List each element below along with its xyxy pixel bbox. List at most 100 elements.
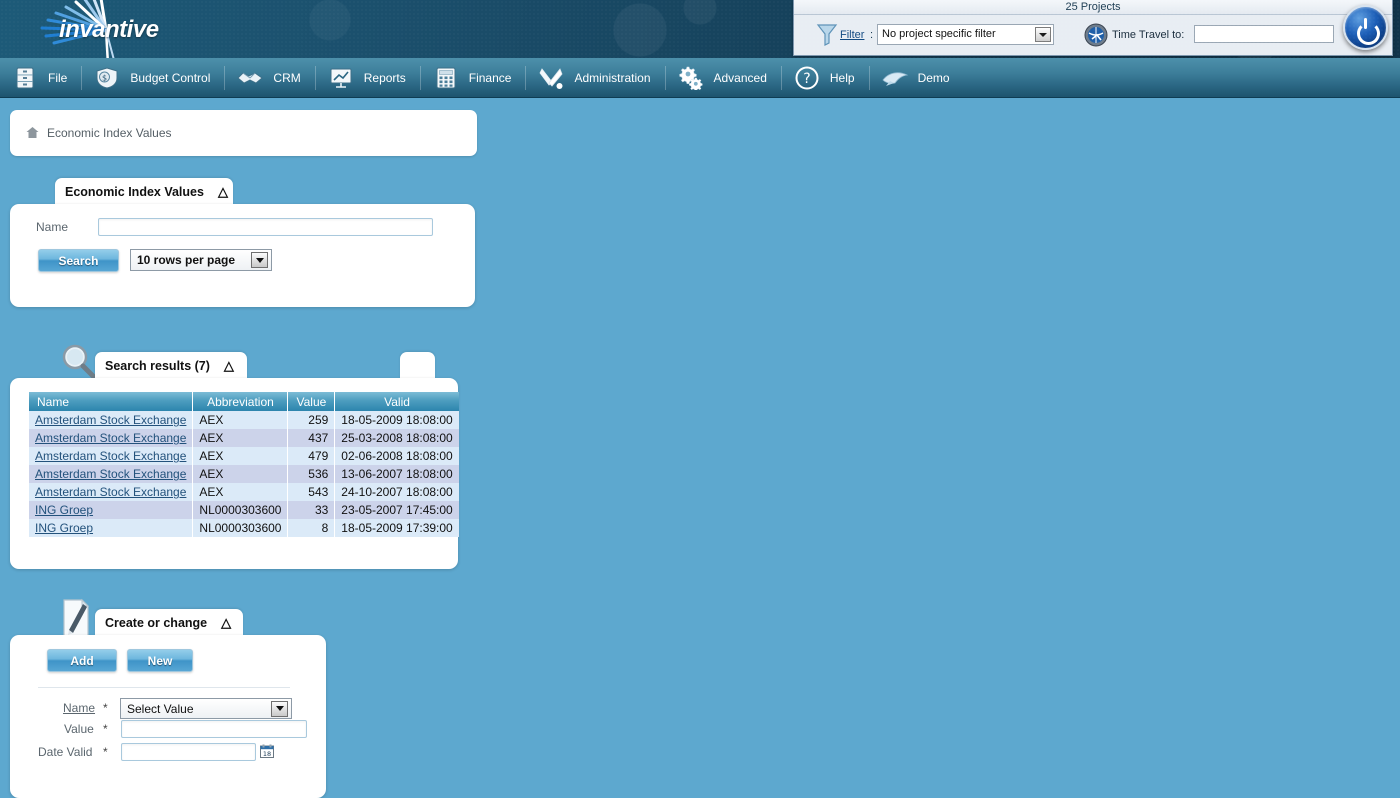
row-value: 543 [288, 483, 335, 501]
form-divider [38, 687, 290, 688]
menu-label-administration: Administration [574, 71, 664, 85]
column-header-name[interactable]: Name [29, 392, 193, 411]
row-valid: 02-06-2008 18:08:00 [335, 447, 459, 465]
menu-item-file[interactable]: File [0, 58, 81, 98]
power-icon [1356, 18, 1376, 38]
menu-item-demo[interactable]: Demo [870, 58, 964, 98]
breadcrumb-text[interactable]: Economic Index Values [47, 126, 172, 140]
new-button[interactable]: New [127, 649, 193, 672]
edit-date-label: Date Valid [38, 745, 92, 759]
chevron-up-double-icon[interactable]: △ [218, 185, 229, 198]
menu-item-help[interactable]: ? Help [782, 58, 869, 98]
row-name-link[interactable]: Amsterdam Stock Exchange [35, 431, 186, 445]
project-filter-value: No project specific filter [882, 28, 996, 40]
pencil-document-icon [60, 598, 92, 638]
search-name-input[interactable] [98, 218, 433, 236]
filter-colon: : [870, 29, 873, 41]
row-name-link[interactable]: Amsterdam Stock Exchange [35, 449, 186, 463]
table-row[interactable]: Amsterdam Stock Exchange AEX 479 02-06-2… [29, 447, 459, 465]
chevron-up-double-icon[interactable]: △ [221, 616, 232, 629]
time-travel-label: Time Travel to: [1112, 29, 1184, 41]
column-header-abbreviation[interactable]: Abbreviation [193, 392, 288, 411]
row-abbreviation: AEX [193, 483, 288, 501]
results-panel: Name Abbreviation Value Valid Amsterdam … [10, 378, 458, 569]
tab-title-results: Search results (7) [105, 359, 210, 373]
table-row[interactable]: ING Groep NL0000303600 33 23-05-2007 17:… [29, 501, 459, 519]
edit-value-label: Value [64, 722, 94, 736]
menu-item-budget-control[interactable]: $ Budget Control [82, 58, 224, 98]
table-header-row: Name Abbreviation Value Valid [29, 392, 459, 411]
column-header-value[interactable]: Value [288, 392, 335, 411]
edit-date-input[interactable] [121, 743, 256, 761]
row-value: 259 [288, 411, 335, 429]
menu-label-reports: Reports [364, 71, 420, 85]
brand-logo[interactable]: invantive [14, 0, 194, 58]
question-circle-icon: ? [792, 65, 822, 91]
gears-icon [676, 65, 706, 91]
home-icon[interactable] [26, 127, 39, 139]
time-travel-input[interactable] [1194, 25, 1334, 43]
row-abbreviation: NL0000303600 [193, 501, 288, 519]
row-valid: 13-06-2007 18:08:00 [335, 465, 459, 483]
add-button[interactable]: Add [47, 649, 117, 672]
row-abbreviation: AEX [193, 429, 288, 447]
edit-value-input[interactable] [121, 720, 307, 738]
money-shield-icon: $ [92, 65, 122, 91]
filter-link[interactable]: Filter [840, 29, 864, 41]
row-name-link[interactable]: ING Groep [35, 503, 93, 517]
edit-name-select[interactable]: Select Value [120, 698, 292, 719]
svg-text:$: $ [102, 73, 107, 82]
menu-label-finance: Finance [469, 71, 526, 85]
table-row[interactable]: Amsterdam Stock Exchange AEX 536 13-06-2… [29, 465, 459, 483]
menu-item-reports[interactable]: Reports [316, 58, 420, 98]
power-button[interactable] [1343, 5, 1388, 50]
tab-search-results[interactable]: Search results (7) △ [95, 352, 247, 379]
row-value: 8 [288, 519, 335, 537]
search-button[interactable]: Search [38, 249, 119, 272]
edit-name-required: * [103, 701, 108, 715]
table-row[interactable]: ING Groep NL0000303600 8 18-05-2009 17:3… [29, 519, 459, 537]
menu-item-crm[interactable]: CRM [225, 58, 314, 98]
column-header-valid[interactable]: Valid [335, 392, 459, 411]
row-value: 536 [288, 465, 335, 483]
menu-label-demo: Demo [918, 71, 964, 85]
chevron-down-icon[interactable] [251, 252, 268, 268]
svg-text:18: 18 [263, 750, 271, 758]
funnel-icon [816, 23, 838, 47]
globe-clock-icon[interactable] [1084, 23, 1108, 47]
edit-date-required: * [103, 745, 108, 759]
cabinet-icon [10, 65, 40, 91]
tab-create-or-change[interactable]: Create or change △ [95, 609, 243, 636]
row-name-link[interactable]: Amsterdam Stock Exchange [35, 467, 186, 481]
main-menu-bar: File $ Budget Control CRM [0, 58, 1400, 98]
calendar-icon[interactable]: 18 [260, 744, 274, 758]
menu-item-finance[interactable]: Finance [421, 58, 526, 98]
menu-item-advanced[interactable]: Advanced [666, 58, 781, 98]
menu-label-crm: CRM [273, 71, 314, 85]
tab-results-secondary[interactable] [400, 352, 435, 379]
new-button-label: New [148, 654, 173, 668]
tab-economic-index-values[interactable]: Economic Index Values △ [55, 178, 233, 205]
chevron-down-icon[interactable] [271, 701, 288, 717]
presentation-chart-icon [326, 65, 356, 91]
menu-label-budget-control: Budget Control [130, 71, 224, 85]
rows-per-page-select[interactable]: 10 rows per page [130, 249, 272, 271]
table-row[interactable]: Amsterdam Stock Exchange AEX 543 24-10-2… [29, 483, 459, 501]
edit-name-label[interactable]: Name [63, 701, 95, 715]
dolphin-icon [880, 65, 910, 91]
table-row[interactable]: Amsterdam Stock Exchange AEX 437 25-03-2… [29, 429, 459, 447]
row-name-link[interactable]: Amsterdam Stock Exchange [35, 413, 186, 427]
project-filter-select[interactable]: No project specific filter [877, 24, 1054, 45]
row-name-link[interactable]: Amsterdam Stock Exchange [35, 485, 186, 499]
svg-text:?: ? [803, 71, 810, 87]
magnifier-icon [58, 342, 98, 380]
menu-item-administration[interactable]: Administration [526, 58, 664, 98]
table-row[interactable]: Amsterdam Stock Exchange AEX 259 18-05-2… [29, 411, 459, 429]
row-valid: 24-10-2007 18:08:00 [335, 483, 459, 501]
chevron-down-icon[interactable] [1035, 27, 1051, 42]
chevron-up-double-icon[interactable]: △ [224, 359, 235, 372]
menu-label-file: File [48, 71, 81, 85]
row-name-link[interactable]: ING Groep [35, 521, 93, 535]
add-button-label: Add [70, 654, 93, 668]
search-button-label: Search [58, 254, 98, 268]
